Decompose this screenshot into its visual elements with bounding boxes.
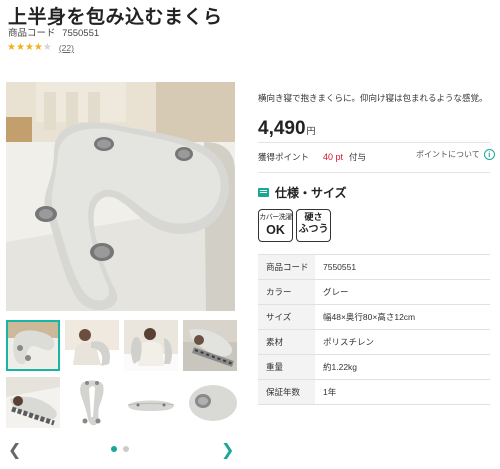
spec-value: ポリスチレン — [315, 329, 490, 355]
thumbnail-5[interactable] — [6, 377, 60, 428]
spec-key: カラー — [258, 279, 315, 305]
thumbnail-7[interactable] — [124, 377, 178, 428]
rating: ★ ★ ★ ★ ★ (22) — [7, 42, 74, 54]
points-suffix: 付与 — [349, 152, 367, 162]
product-code-label: 商品コード — [8, 28, 56, 39]
spec-key: 素材 — [258, 329, 315, 355]
review-count-link[interactable]: (22) — [59, 43, 74, 53]
price-value: 4,490 — [258, 118, 306, 139]
star-icon: ★ — [7, 42, 16, 53]
chevron-right-icon[interactable]: ❯ — [221, 440, 234, 460]
badge-line1: 硬さ — [304, 212, 323, 222]
thumbnail-4[interactable] — [183, 320, 237, 371]
spec-title: 仕様・サイズ — [275, 186, 347, 200]
badge-line2: OK — [266, 223, 285, 237]
spec-value: 1年 — [315, 379, 490, 405]
catch-copy: 横向き寝で抱きまくらに。仰向け寝は包まれるような感覚。 — [258, 93, 488, 103]
product-code-value: 7550551 — [62, 28, 100, 39]
spec-key: 商品コード — [258, 254, 315, 280]
thumbnail-1[interactable] — [6, 320, 60, 371]
main-product-image[interactable] — [6, 82, 235, 311]
spec-value: グレー — [315, 279, 490, 305]
divider — [258, 172, 490, 173]
spec-key: 重量 — [258, 354, 315, 380]
table-row: サイズ 幅48×奥行80×高さ12cm — [258, 304, 490, 330]
spec-value: 7550551 — [315, 254, 490, 280]
table-row: 素材 ポリスチレン — [258, 329, 490, 355]
info-icon[interactable]: i — [483, 149, 495, 160]
price-row: 4,490 円 — [258, 118, 316, 140]
spec-table: 商品コード 7550551 カラー グレー サイズ 幅48×奥行80×高さ12c… — [258, 254, 490, 405]
thumbnail-2[interactable] — [65, 320, 119, 371]
spec-list-icon — [258, 188, 269, 197]
pager-dot-active[interactable] — [111, 446, 117, 452]
points-label: 獲得ポイント — [258, 152, 310, 162]
star-empty-icon: ★ — [42, 42, 52, 53]
table-row: 保証年数 1年 — [258, 379, 490, 405]
table-row: 商品コード 7550551 — [258, 254, 490, 280]
divider — [258, 142, 490, 143]
badge-firmness: 硬さ ふつう — [296, 209, 331, 242]
thumbnail-3[interactable] — [124, 320, 178, 371]
points-row: 獲得ポイント 40 pt 付与 — [258, 151, 366, 163]
pager-dot[interactable] — [123, 446, 129, 452]
spec-key: 保証年数 — [258, 379, 315, 405]
spec-heading: 仕様・サイズ — [258, 184, 347, 201]
star-icon: ★ — [33, 42, 43, 53]
table-row: カラー グレー — [258, 279, 490, 305]
price-currency: 円 — [306, 126, 316, 136]
gallery-pager: ❮ ❯ — [0, 440, 240, 460]
thumbnail-8[interactable] — [183, 377, 237, 428]
product-code-line: 商品コード 7550551 — [8, 25, 99, 39]
points-about-link[interactable]: ポイントについて i — [416, 149, 495, 160]
table-row: 重量 約1.22kg — [258, 354, 490, 380]
points-about-label: ポイントについて — [416, 150, 480, 159]
spec-key: サイズ — [258, 304, 315, 330]
spec-value: 幅48×奥行80×高さ12cm — [315, 304, 490, 330]
thumbnail-6[interactable] — [65, 377, 119, 428]
badge-line1: カバー洗濯 — [259, 214, 292, 221]
points-value: 40 pt — [323, 152, 344, 162]
star-icon: ★ — [15, 42, 25, 53]
badge-line2: ふつう — [298, 224, 329, 235]
spec-value: 約1.22kg — [315, 354, 490, 380]
badge-washable: カバー洗濯 OK — [258, 209, 293, 242]
star-icon: ★ — [24, 42, 34, 53]
chevron-left-icon[interactable]: ❮ — [8, 440, 21, 460]
